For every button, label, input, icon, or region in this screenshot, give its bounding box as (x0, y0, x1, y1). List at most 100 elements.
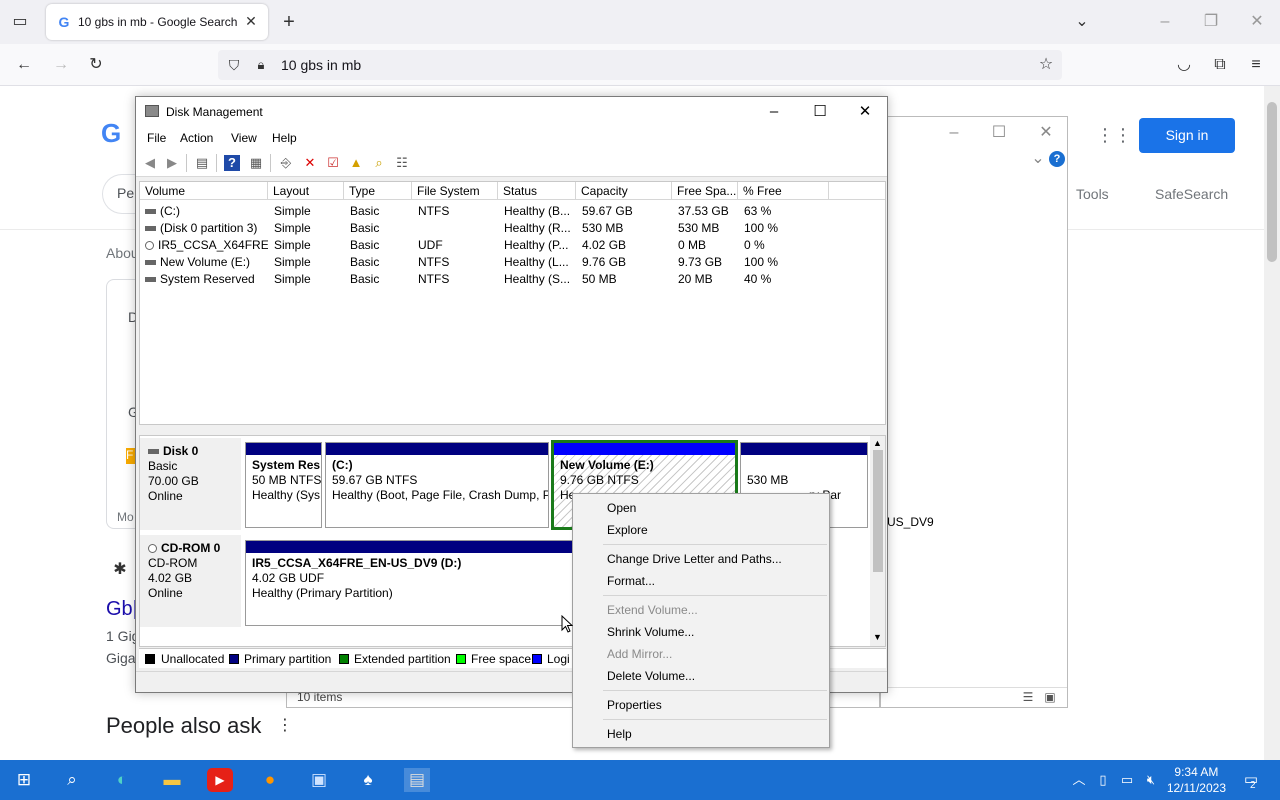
close-window-icon[interactable]: ✕ (1246, 12, 1268, 32)
menu-item-change-drive-letter[interactable]: Change Drive Letter and Paths... (607, 552, 782, 566)
reload-icon[interactable]: ↻ (85, 55, 107, 75)
pocket-icon[interactable]: ◡ (1173, 55, 1195, 75)
volume-list[interactable]: Volume Layout Type File System Status Ca… (139, 181, 886, 425)
edge-browser-icon[interactable]: ◐ (109, 768, 135, 792)
partition-c[interactable]: (C:) 59.67 GB NTFS Healthy (Boot, Page F… (325, 442, 549, 528)
menu-view[interactable]: View (231, 131, 257, 145)
ghost-chevron-down-icon[interactable]: ⌄ (1027, 149, 1049, 169)
tab-list-icon[interactable]: ▭ (9, 12, 31, 32)
extensions-icon[interactable]: ⧉ (1209, 55, 1231, 75)
volume-cell: (C:) (145, 204, 268, 218)
properties-icon[interactable]: ▦ (248, 155, 264, 171)
help-icon[interactable]: ? (224, 155, 240, 171)
list-all-tabs-icon[interactable]: ⌄ (1071, 12, 1093, 32)
system-clock[interactable]: 9:34 AM 12/11/2023 (1167, 764, 1226, 796)
table-row[interactable]: (Disk 0 partition 3) Simple Basic Health… (140, 219, 885, 236)
ghost-thumbnail-view-icon[interactable]: ▣ (1039, 687, 1061, 707)
tools-button[interactable]: Tools (1076, 186, 1109, 202)
title-bar[interactable]: Disk Management – ☐ ✕ (136, 97, 887, 127)
restore-icon[interactable]: ❐ (1200, 12, 1222, 32)
google-logo[interactable]: G (101, 118, 121, 149)
graphical-view-scrollbar[interactable]: ▲ ▼ (870, 436, 885, 646)
show-hide-tree-icon[interactable]: ▤ (194, 155, 210, 171)
menu-item-shrink-volume[interactable]: Shrink Volume... (607, 625, 694, 639)
connect-icon[interactable]: ⎆ (278, 155, 294, 171)
column-header-layout[interactable]: Layout (268, 182, 344, 200)
column-header-percent-free[interactable]: % Free (738, 182, 829, 200)
partition-system-reserved[interactable]: System Res 50 MB NTFS Healthy (Sys (245, 442, 322, 528)
column-header-type[interactable]: Type (344, 182, 412, 200)
youtube-icon[interactable]: ▶ (207, 768, 233, 792)
close-button[interactable]: ✕ (842, 97, 888, 127)
ghost-maximize-icon[interactable]: ☐ (988, 123, 1010, 143)
start-windows-icon[interactable]: ⊞ (11, 768, 37, 792)
device-icon[interactable]: ▯ (1090, 768, 1116, 792)
table-row[interactable]: (C:) Simple Basic NTFS Healthy (B... 59.… (140, 202, 885, 219)
menu-item-help[interactable]: Help (607, 727, 632, 741)
close-tab-icon[interactable]: ✕ (242, 12, 260, 30)
menu-item-explore[interactable]: Explore (607, 523, 648, 537)
network-icon[interactable]: ▭ (1114, 768, 1140, 792)
folder-up-icon[interactable]: ▲ (348, 155, 364, 171)
page-scrollbar-thumb[interactable] (1267, 102, 1277, 262)
url-text[interactable]: 10 gbs in mb (281, 57, 361, 73)
table-row[interactable]: New Volume (E:) Simple Basic NTFS Health… (140, 253, 885, 270)
ghost-help-icon[interactable]: ? (1049, 151, 1065, 167)
ghost-close-icon[interactable]: ✕ (1035, 123, 1057, 143)
app-window-icon[interactable]: ▣ (306, 768, 332, 792)
menu-bar: File Action View Help (136, 127, 887, 149)
google-apps-icon[interactable]: ⋮⋮ (1096, 125, 1132, 145)
page-scrollbar[interactable] (1264, 86, 1280, 760)
table-row[interactable]: System Reserved Simple Basic NTFS Health… (140, 270, 885, 287)
back-icon[interactable]: ← (13, 55, 35, 75)
firefox-icon[interactable]: ● (257, 768, 283, 792)
lock-icon[interactable]: 🔒︎ (250, 55, 272, 75)
search-icon[interactable]: ⌕ (59, 768, 85, 792)
maximize-button[interactable]: ☐ (797, 97, 843, 127)
bookmark-star-icon[interactable]: ☆ (1035, 55, 1057, 75)
safesearch-button[interactable]: SafeSearch (1155, 186, 1228, 202)
snippet-more[interactable]: Mo (117, 510, 134, 524)
disk-0-label[interactable]: Disk 0 Basic 70.00 GB Online (140, 438, 241, 530)
app-menu-icon[interactable]: ≡ (1245, 55, 1267, 75)
solitaire-icon[interactable]: ♠ (355, 768, 381, 792)
table-row[interactable]: IR5_CCSA_X64FRE... Simple Basic UDF Heal… (140, 236, 885, 253)
cdrom-0-label[interactable]: CD-ROM 0 CD-ROM 4.02 GB Online (140, 535, 241, 627)
back-arrow-icon[interactable]: ◀ (142, 155, 158, 171)
more-options-icon[interactable]: ⋮ (274, 716, 296, 736)
column-header-volume[interactable]: Volume (140, 182, 268, 200)
check-icon[interactable]: ☑ (325, 155, 341, 171)
scroll-down-icon[interactable]: ▼ (873, 632, 882, 642)
new-tab-button[interactable]: + (278, 12, 300, 32)
disk-management-taskbar-icon[interactable]: ▤ (404, 768, 430, 792)
menu-item-format[interactable]: Format... (607, 574, 655, 588)
forward-arrow-icon[interactable]: ▶ (164, 155, 180, 171)
minimize-button[interactable]: – (751, 97, 797, 127)
column-header-status[interactable]: Status (498, 182, 576, 200)
show-hidden-icons-chevron-up-icon[interactable]: ︿ (1066, 768, 1092, 792)
delete-icon[interactable]: ✕ (302, 155, 318, 171)
minimize-icon[interactable]: – (1154, 12, 1176, 32)
sign-in-button[interactable]: Sign in (1139, 118, 1235, 153)
column-header-capacity[interactable]: Capacity (576, 182, 672, 200)
menu-item-open[interactable]: Open (607, 501, 636, 515)
menu-action[interactable]: Action (180, 131, 213, 145)
column-header-free-space[interactable]: Free Spa... (672, 182, 738, 200)
ghost-details-view-icon[interactable]: ☰ (1017, 687, 1039, 707)
menu-item-delete-volume[interactable]: Delete Volume... (607, 669, 695, 683)
scroll-up-icon[interactable]: ▲ (873, 438, 882, 448)
browser-tab-active[interactable]: G 10 gbs in mb - Google Search ✕ (46, 4, 268, 40)
column-header-file-system[interactable]: File System (412, 182, 498, 200)
result-title-link[interactable]: Gb| (106, 598, 138, 621)
scrollbar-thumb[interactable] (873, 450, 883, 572)
shield-icon[interactable]: ⛉ (223, 55, 245, 75)
forward-icon[interactable]: → (50, 55, 72, 75)
ghost-minimize-icon[interactable]: – (943, 123, 965, 143)
volume-muted-icon[interactable]: 🔇︎ (1138, 768, 1164, 792)
file-explorer-icon[interactable]: ▬ (159, 768, 185, 792)
list-view-icon[interactable]: ☷ (394, 155, 410, 171)
search-folder-icon[interactable]: ⌕ (371, 155, 387, 171)
menu-help[interactable]: Help (272, 131, 297, 145)
menu-item-properties[interactable]: Properties (607, 698, 662, 712)
menu-file[interactable]: File (147, 131, 166, 145)
